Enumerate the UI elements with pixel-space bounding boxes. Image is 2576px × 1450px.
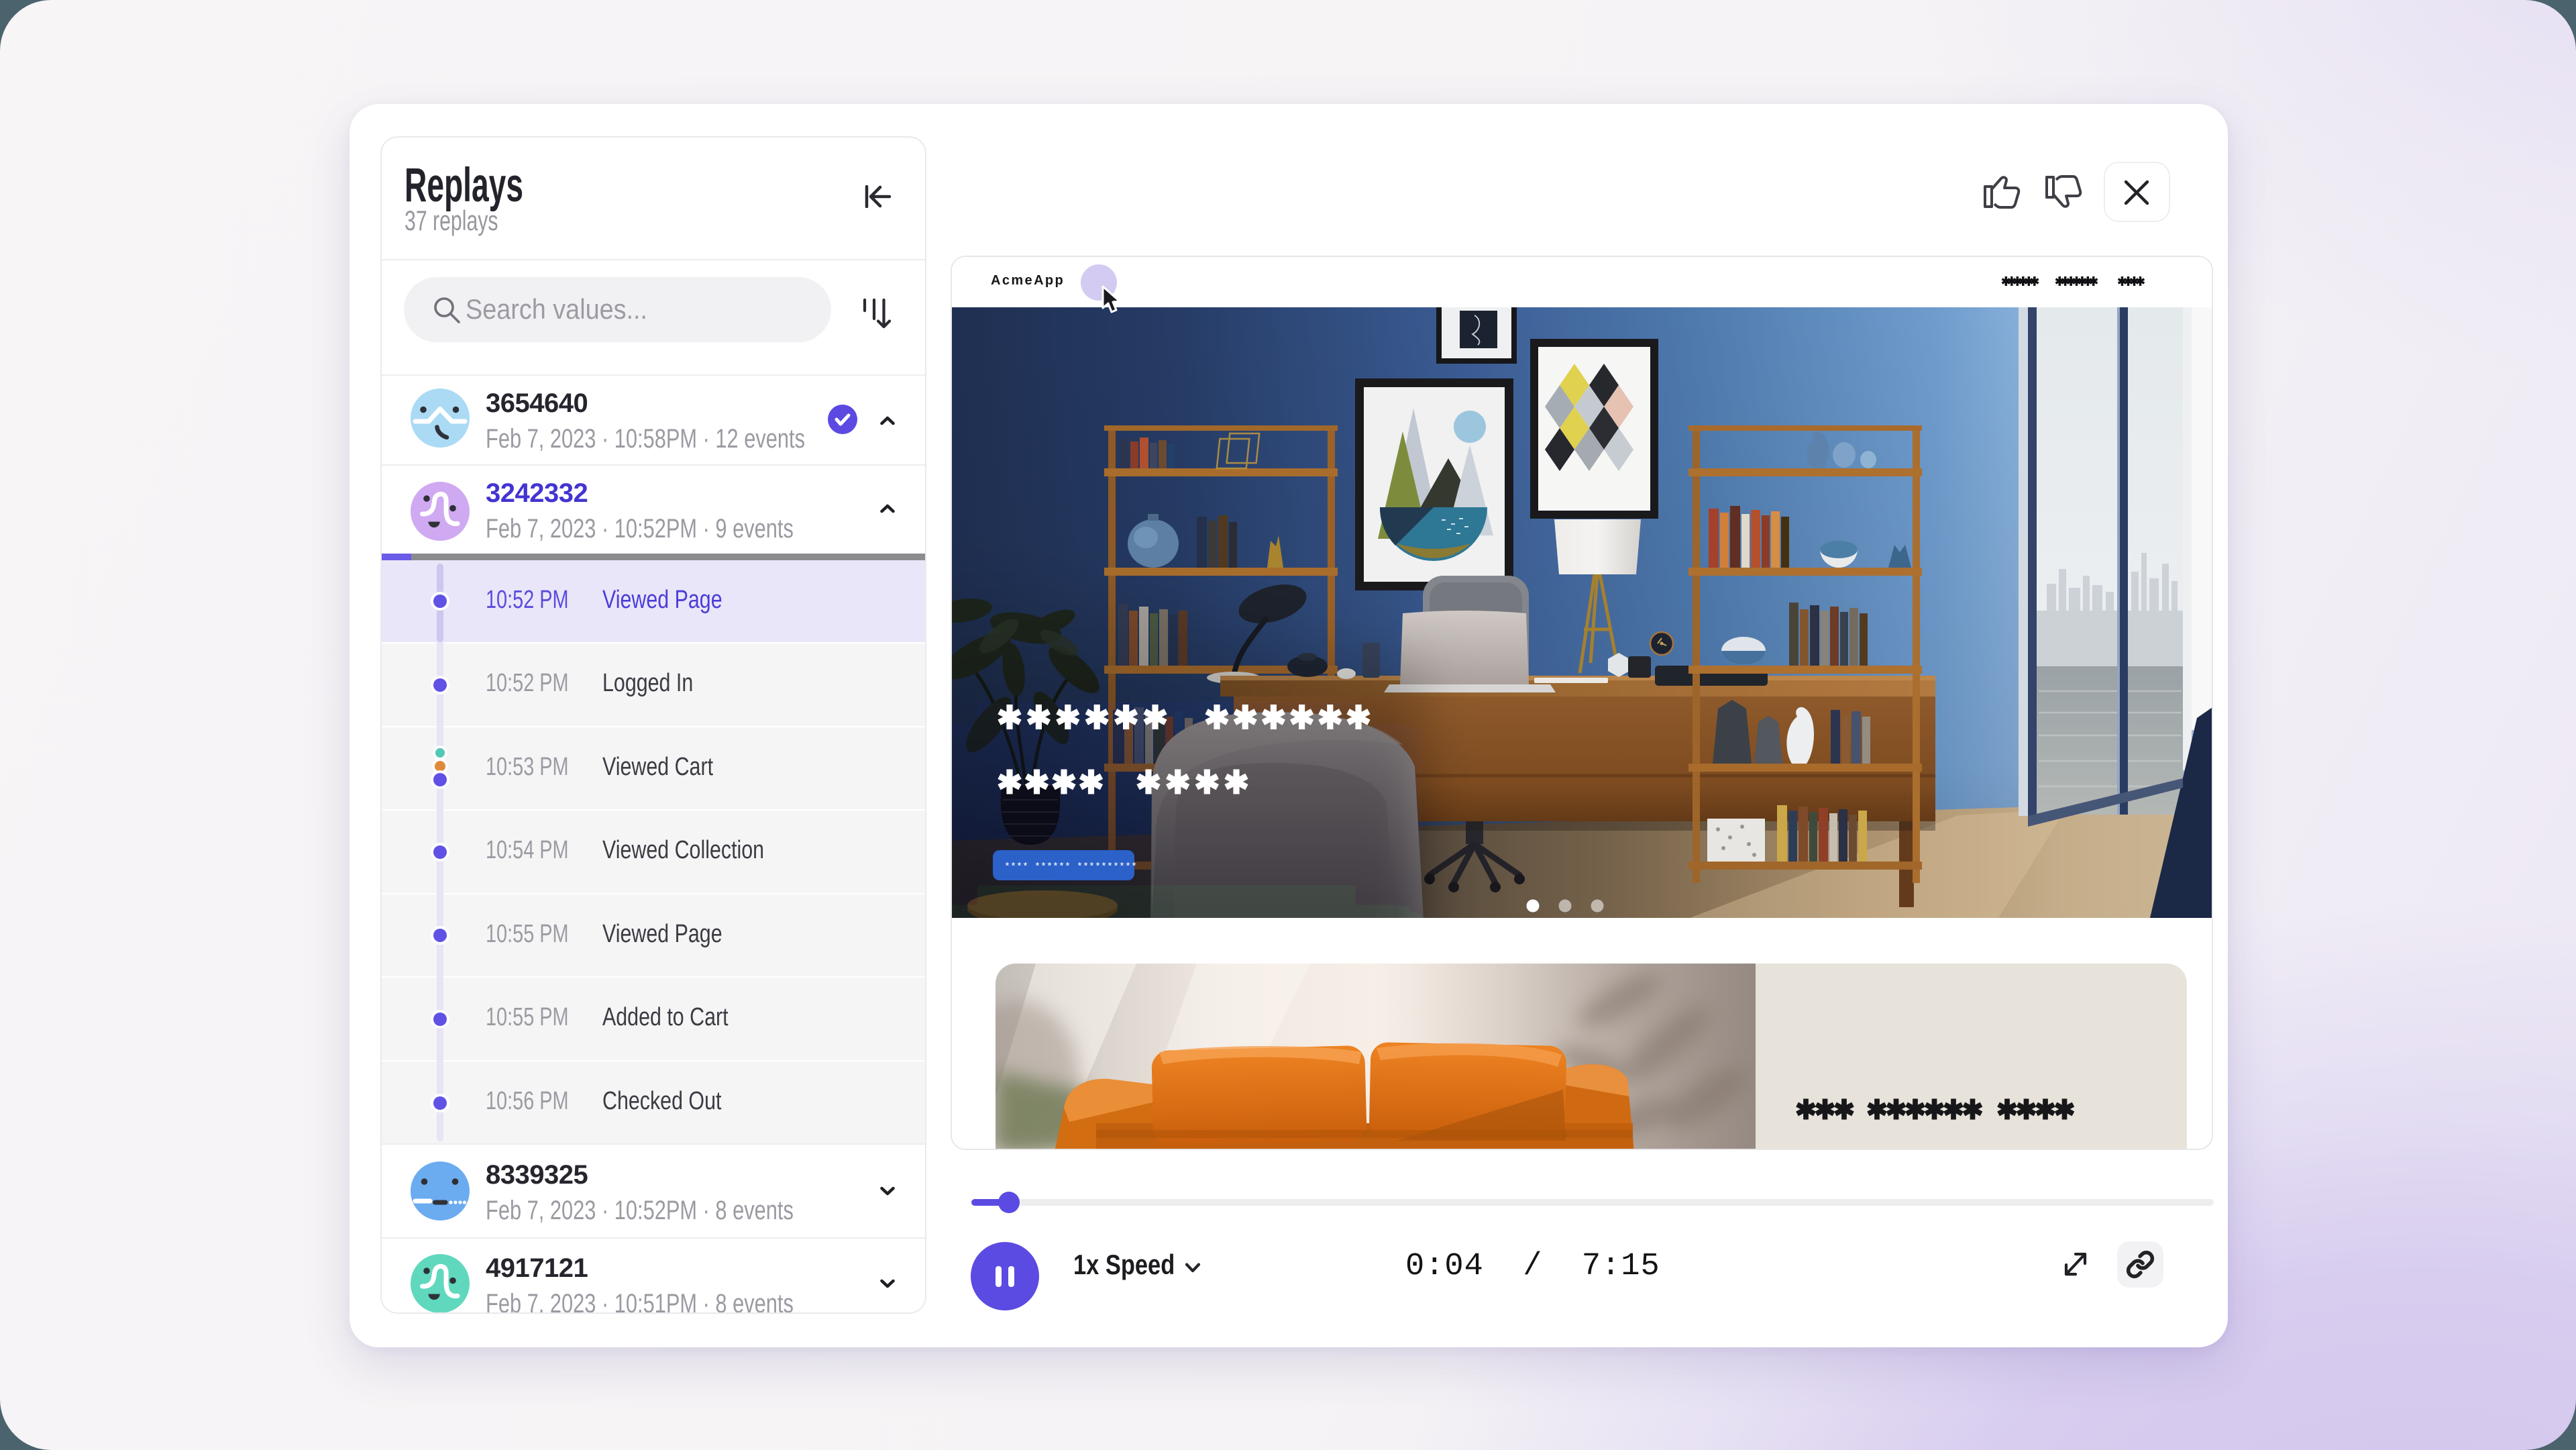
svg-text:**** ****** **********: **** ****** ********** (1004, 862, 1137, 873)
